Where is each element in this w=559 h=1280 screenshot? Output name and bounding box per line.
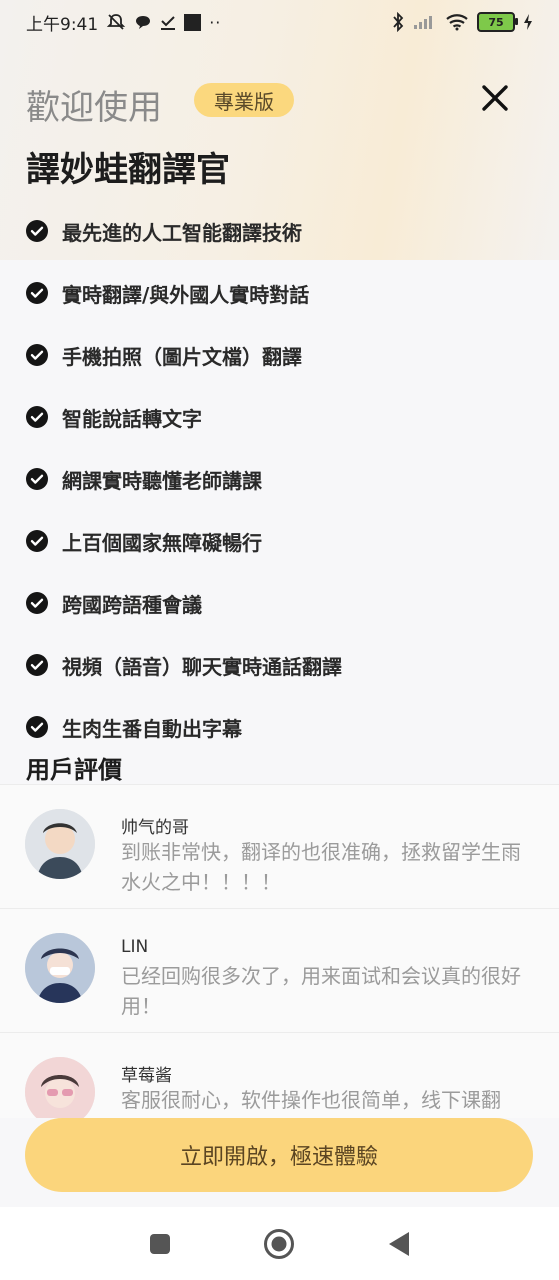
- welcome-text: 歡迎使用: [26, 88, 162, 128]
- check-circle-icon: [26, 592, 48, 614]
- feature-label: 跨國跨語種會議: [62, 592, 202, 617]
- feature-label: 視頻（語音）聊天實時通話翻譯: [62, 654, 342, 679]
- check-download-icon: [161, 16, 176, 30]
- reviewer-name: 草莓酱: [121, 1066, 172, 1086]
- review-item: LIN 已经回购很多次了，用来面试和会议真的很好用！: [0, 909, 559, 1033]
- status-bar: 上午9:41 ·· 75: [0, 0, 559, 44]
- feature-item: 視頻（語音）聊天實時通話翻譯: [26, 634, 533, 696]
- review-text: 到账非常快，翻译的也很准确，拯救留学生雨水火之中！！！！: [121, 840, 521, 894]
- review-item: 草莓酱 客服很耐心，软件操作也很简单，线下课翻: [0, 1033, 559, 1118]
- system-nav-bar: [0, 1207, 559, 1280]
- check-circle-icon: [26, 716, 48, 738]
- review-text: 客服很耐心，软件操作也很简单，线下课翻: [121, 1088, 501, 1112]
- check-circle-icon: [26, 654, 48, 676]
- review-list[interactable]: 帅气的哥 到账非常快，翻译的也很准确，拯救留学生雨水火之中！！！！ LIN 已经…: [0, 784, 559, 1118]
- header: 歡迎使用 專業版: [26, 80, 533, 128]
- square-icon: [184, 13, 202, 31]
- close-icon[interactable]: [479, 82, 511, 114]
- pro-badge: 專業版: [194, 83, 294, 117]
- feature-item: 網課實時聽懂老師講課: [26, 448, 533, 510]
- feature-item: 手機拍照（圖片文檔）翻譯: [26, 324, 533, 386]
- feature-label: 上百個國家無障礙暢行: [62, 530, 262, 555]
- feature-item: 生肉生番自動出字幕: [26, 696, 533, 758]
- signal-icon: [414, 16, 432, 29]
- check-circle-icon: [26, 406, 48, 428]
- feature-label: 生肉生番自動出字幕: [62, 716, 242, 741]
- feature-label: 實時翻譯/與外國人實時對話: [62, 282, 310, 307]
- check-circle-icon: [26, 282, 48, 304]
- feature-item: 實時翻譯/與外國人實時對話: [26, 262, 533, 324]
- feature-item: 跨國跨語種會議: [26, 572, 533, 634]
- feature-item: 最先進的人工智能翻譯技術: [26, 200, 533, 262]
- feature-label: 網課實時聽懂老師講課: [62, 468, 262, 493]
- reviews-title: 用戶評價: [26, 756, 122, 784]
- check-circle-icon: [26, 220, 48, 242]
- avatar: [25, 809, 95, 879]
- back-icon[interactable]: [381, 1226, 417, 1262]
- feature-list: 最先進的人工智能翻譯技術 實時翻譯/與外國人實時對話 手機拍照（圖片文檔）翻譯 …: [26, 200, 533, 758]
- home-icon[interactable]: [261, 1226, 297, 1262]
- start-trial-button[interactable]: 立即開啟，極速體驗: [25, 1118, 533, 1192]
- mute-bell-icon: [107, 14, 126, 30]
- charging-icon: [524, 14, 532, 30]
- avatar: [25, 1057, 95, 1118]
- feature-item: 智能說話轉文字: [26, 386, 533, 448]
- status-time: 上午9:41: [26, 14, 99, 35]
- reviewer-name: LIN: [121, 937, 149, 957]
- check-circle-icon: [26, 468, 48, 490]
- more-dots-icon: ··: [209, 12, 222, 32]
- feature-label: 手機拍照（圖片文檔）翻譯: [62, 344, 302, 369]
- review-item: 帅气的哥 到账非常快，翻译的也很准确，拯救留学生雨水火之中！！！！: [0, 785, 559, 909]
- feature-label: 最先進的人工智能翻譯技術: [62, 220, 302, 245]
- app-title: 譯妙蛙翻譯官: [26, 150, 230, 190]
- chat-icon: [136, 16, 151, 29]
- wifi-icon: [446, 14, 468, 31]
- feature-label: 智能說話轉文字: [62, 406, 202, 431]
- check-circle-icon: [26, 344, 48, 366]
- recent-apps-icon[interactable]: [142, 1226, 178, 1262]
- battery-icon: 75: [477, 12, 518, 32]
- avatar: [25, 933, 95, 1003]
- review-text: 已经回购很多次了，用来面试和会议真的很好用！: [121, 964, 521, 1018]
- reviewer-name: 帅气的哥: [121, 818, 189, 838]
- check-circle-icon: [26, 530, 48, 552]
- bluetooth-icon: [393, 12, 404, 32]
- feature-item: 上百個國家無障礙暢行: [26, 510, 533, 572]
